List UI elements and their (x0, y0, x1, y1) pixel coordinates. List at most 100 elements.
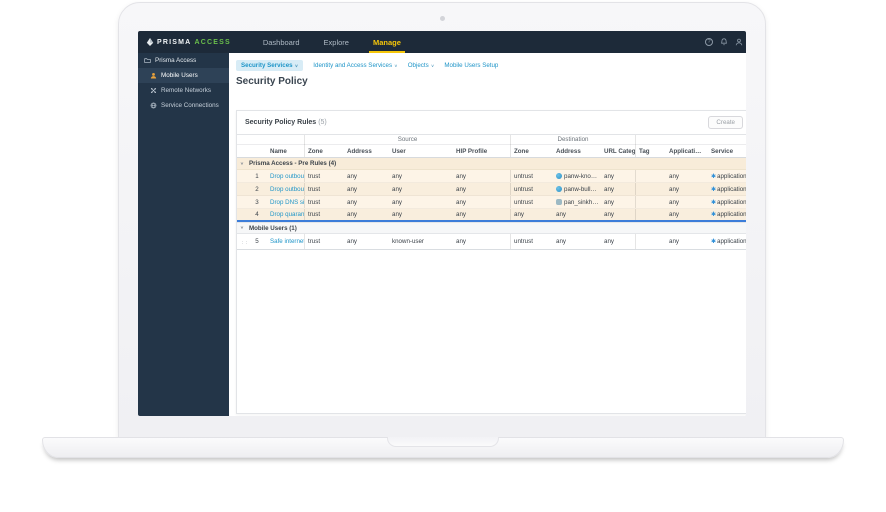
col-dst-zone[interactable]: Zone (510, 145, 553, 157)
create-rule-button[interactable]: Create (708, 116, 743, 129)
dst-zone-cell: untrust (510, 234, 553, 249)
url-category-cell: any (604, 185, 614, 193)
rule-row-2[interactable]: 2 Drop outboun… trust any any any untrus… (237, 183, 746, 196)
sidebar: Prisma Access Mobile Users Remote Networ… (138, 53, 229, 416)
table-header-row: Name Zone Address User HIP Profile Zone … (237, 145, 746, 158)
help-icon[interactable]: ? (705, 38, 713, 46)
rule-row-1[interactable]: 1 Drop outboun… trust any any any untrus… (237, 170, 746, 183)
collapse-chevron-icon[interactable]: ∨ (237, 161, 247, 165)
rule-name-link[interactable]: Safe internet (267, 238, 304, 245)
src-address-cell: any (347, 238, 357, 245)
breadcrumb-objects[interactable]: Objects ∨ (408, 62, 435, 69)
collapse-chevron-icon[interactable]: ∨ (237, 226, 247, 230)
tab-explore[interactable]: Explore (314, 31, 359, 53)
rule-name-link[interactable]: Drop outboun… (267, 173, 304, 180)
hip-cell: any (456, 185, 466, 193)
group-label: Prisma Access - Pre Rules (4) (249, 160, 337, 167)
sidebar-item-remote-networks[interactable]: Remote Networks (138, 83, 229, 98)
sidebar-item-service-connections[interactable]: Service Connections (138, 98, 229, 113)
navbar-icons: ? (705, 38, 743, 46)
rule-number: 1 (255, 172, 259, 180)
application-default-icon: ✱ (711, 199, 717, 206)
group-label: Mobile Users (1) (249, 224, 297, 232)
chevron-down-icon: ∨ (394, 63, 398, 68)
application-cell: any (669, 198, 679, 206)
service-cell: ✱application-d… (711, 185, 746, 193)
application-cell: any (669, 172, 679, 180)
application-default-icon: ✱ (711, 173, 717, 180)
col-src-address[interactable]: Address (344, 148, 389, 155)
col-name[interactable]: Name (267, 148, 304, 155)
rule-name-link[interactable]: Drop quaranti… (267, 211, 304, 218)
notifications-bell-icon[interactable] (720, 38, 728, 46)
service-cell: ✱application-d… (711, 198, 746, 206)
rules-count: (5) (318, 119, 327, 126)
col-service[interactable]: Service (708, 148, 746, 155)
card-title: Security Policy Rules (245, 119, 317, 126)
breadcrumb-identity-access-services[interactable]: Identity and Access Services ∨ (313, 62, 397, 69)
sinkhole-address-icon (556, 198, 562, 205)
src-address-cell: any (347, 211, 357, 218)
rule-name-link[interactable]: Drop outboun… (267, 186, 304, 193)
dst-address-cell: any (556, 211, 566, 218)
sidebar-item-label: Mobile Users (161, 72, 198, 79)
rules-table: Source Destination Name Zone Address Use… (237, 134, 746, 250)
group-row-pre-rules[interactable]: ∨ Prisma Access - Pre Rules (4) (237, 158, 746, 170)
source-group-header: Source (304, 135, 510, 145)
rule-row-5[interactable]: ⋮⋮ 5 Safe internet trust any known-user … (237, 234, 746, 250)
rule-number: 3 (255, 198, 259, 206)
brand-prisma: PRISMA (157, 38, 192, 46)
tag-cell (635, 209, 666, 220)
url-category-cell: any (604, 198, 614, 206)
group-row-mobile-users[interactable]: ∨ Mobile Users (1) (237, 222, 746, 234)
sidebar-item-label: Service Connections (161, 102, 219, 109)
camera-dot (440, 16, 445, 21)
rule-row-3[interactable]: 3 Drop DNS sin… trust any any any untrus… (237, 196, 746, 209)
breadcrumb-mobile-users-setup[interactable]: Mobile Users Setup (444, 62, 498, 69)
remote-networks-icon (150, 87, 157, 94)
hip-cell: any (456, 198, 466, 206)
application-default-icon: ✱ (711, 239, 717, 245)
tab-dashboard[interactable]: Dashboard (253, 31, 310, 53)
sidebar-item-label: Remote Networks (161, 87, 212, 94)
main-content: Security Services ∨ Identity and Access … (229, 53, 746, 416)
user-icon[interactable] (735, 38, 743, 46)
prisma-logo-icon (146, 38, 154, 46)
breadcrumb-security-services[interactable]: Security Services ∨ (236, 60, 304, 71)
col-dst-address[interactable]: Address (553, 148, 601, 155)
user-cell: any (392, 211, 402, 218)
url-category-cell: any (604, 238, 614, 245)
col-tag[interactable]: Tag (635, 145, 666, 157)
col-user[interactable]: User (389, 148, 453, 155)
mobile-users-icon (150, 72, 157, 79)
tab-manage[interactable]: Manage (363, 31, 411, 53)
rule-number: 5 (255, 238, 259, 245)
col-src-zone[interactable]: Zone (304, 145, 344, 157)
col-url-category[interactable]: URL Category (601, 148, 635, 155)
dst-address-cell: pan_sinkh… (553, 198, 601, 206)
application-cell: any (669, 211, 679, 218)
sidebar-item-mobile-users[interactable]: Mobile Users (138, 68, 229, 83)
laptop-base (42, 437, 844, 458)
top-navbar: PRISMA ACCESS Dashboard Explore Manage ? (138, 31, 746, 53)
chevron-down-icon: ∨ (294, 63, 299, 68)
tag-cell (635, 183, 666, 195)
src-zone-cell: trust (304, 170, 344, 182)
col-application[interactable]: Applicati… (666, 148, 708, 155)
application-default-icon: ✱ (711, 186, 717, 193)
external-dynamic-list-icon (556, 172, 562, 179)
rule-row-4[interactable]: 4 Drop quaranti… trust any any any any a… (237, 209, 746, 222)
src-address-cell: any (347, 185, 357, 193)
destination-group-header: Destination (510, 135, 635, 145)
page-title: Security Policy (236, 76, 308, 87)
sidebar-item-prisma-access[interactable]: Prisma Access (138, 53, 229, 68)
src-zone-cell: trust (304, 196, 344, 208)
rule-name-link[interactable]: Drop DNS sin… (267, 199, 304, 206)
rule-number: 2 (255, 185, 259, 193)
url-category-cell: any (604, 172, 614, 180)
dst-zone-cell: any (510, 209, 553, 220)
external-dynamic-list-icon (556, 185, 562, 192)
drag-handle[interactable]: ⋮⋮ (237, 240, 247, 244)
laptop-bezel: PRISMA ACCESS Dashboard Explore Manage ? (118, 2, 766, 438)
col-hip-profile[interactable]: HIP Profile (453, 148, 510, 155)
